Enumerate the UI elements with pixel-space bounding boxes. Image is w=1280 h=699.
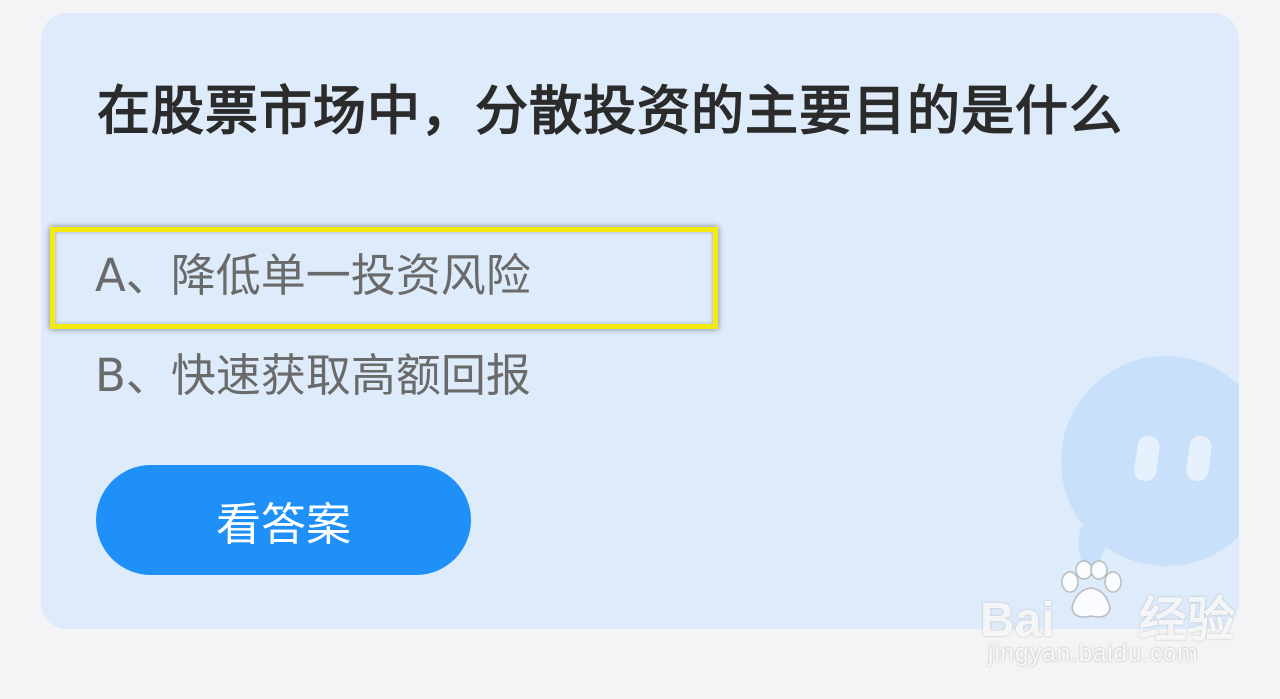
question-title: 在股票市场中，分散投资的主要目的是什么 bbox=[97, 81, 1123, 142]
view-answer-button[interactable]: 看答案 bbox=[96, 465, 471, 575]
option-a[interactable]: A、降低单一投资风险 bbox=[95, 248, 531, 304]
watermark-url: jingyan.baidu.com bbox=[988, 640, 1199, 667]
option-b[interactable]: B、快速获取高额回报 bbox=[95, 348, 531, 404]
question-card: 在股票市场中，分散投资的主要目的是什么 A、降低单一投资风险 B、快速获取高额回… bbox=[41, 13, 1239, 629]
baidu-jingyan-watermark: Bai 经验 jingyan.baidu.com bbox=[980, 560, 1235, 680]
